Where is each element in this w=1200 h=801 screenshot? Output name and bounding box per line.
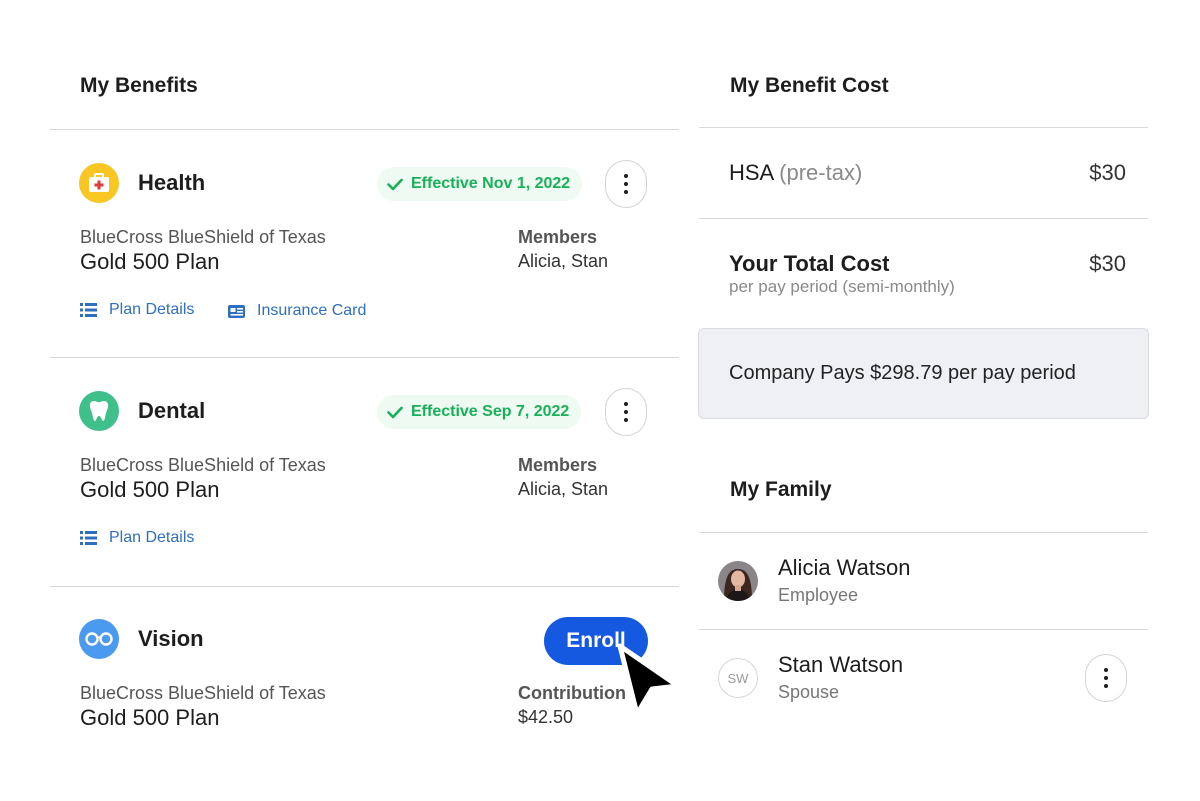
my-benefits-title: My Benefits	[80, 74, 198, 97]
plan-details-link[interactable]: Plan Details	[80, 301, 194, 319]
more-options-button[interactable]	[605, 160, 647, 208]
divider	[699, 532, 1148, 533]
id-card-icon	[228, 304, 245, 318]
list-icon	[80, 531, 97, 545]
hsa-qualifier: (pre-tax)	[779, 160, 863, 185]
contribution-label: Contribution	[518, 683, 626, 703]
company-pays-banner: Company Pays $298.79 per pay period	[698, 328, 1149, 419]
carrier-name: BlueCross BlueShield of Texas	[80, 683, 326, 703]
hsa-value: $30	[1089, 160, 1126, 185]
plan-name: Gold 500 Plan	[80, 477, 220, 502]
badge-label: Effective Sep 7, 2022	[411, 403, 570, 420]
avatar	[718, 561, 758, 601]
my-benefit-cost-title: My Benefit Cost	[730, 74, 889, 97]
divider	[699, 629, 1148, 630]
plan-details-link[interactable]: Plan Details	[80, 529, 194, 547]
medical-kit-icon	[79, 163, 119, 203]
divider	[50, 129, 679, 130]
member-name: Alicia Watson	[778, 555, 911, 580]
members-label: Members	[518, 227, 598, 247]
more-options-button[interactable]	[1085, 654, 1127, 702]
benefit-name: Health	[138, 170, 206, 195]
badge-label: Effective Nov 1, 2022	[411, 175, 571, 192]
members-label: Members	[518, 455, 598, 475]
contribution-value: $42.50	[518, 707, 574, 727]
avatar-initials: SW	[718, 658, 758, 698]
list-icon	[80, 303, 97, 317]
members-value: Alicia, Stan	[518, 251, 609, 271]
plan-name: Gold 500 Plan	[80, 705, 220, 730]
divider	[50, 586, 679, 587]
mouse-cursor-icon	[617, 643, 681, 717]
total-cost-label: Your Total Cost	[729, 251, 890, 276]
members-value: Alicia, Stan	[518, 479, 609, 499]
effective-badge: Effective Nov 1, 2022	[377, 167, 583, 201]
divider	[699, 218, 1148, 219]
check-icon	[387, 406, 403, 418]
divider	[50, 357, 679, 358]
carrier-name: BlueCross BlueShield of Texas	[80, 455, 326, 475]
glasses-icon	[79, 619, 119, 659]
benefit-name: Vision	[138, 626, 204, 651]
check-icon	[387, 178, 403, 190]
hsa-label: HSA (pre-tax)	[729, 160, 863, 185]
member-name: Stan Watson	[778, 652, 904, 677]
total-cost-value: $30	[1089, 251, 1126, 276]
more-options-button[interactable]	[605, 388, 647, 436]
insurance-card-link[interactable]: Insurance Card	[228, 302, 366, 320]
carrier-name: BlueCross BlueShield of Texas	[80, 227, 326, 247]
divider	[699, 127, 1148, 128]
plan-name: Gold 500 Plan	[80, 249, 220, 274]
total-cost-subtitle: per pay period (semi-monthly)	[729, 277, 955, 296]
tooth-icon	[79, 391, 119, 431]
effective-badge: Effective Sep 7, 2022	[377, 395, 582, 429]
benefit-name: Dental	[138, 398, 206, 423]
member-role: Employee	[778, 585, 859, 605]
my-family-title: My Family	[730, 478, 832, 501]
member-role: Spouse	[778, 682, 840, 702]
